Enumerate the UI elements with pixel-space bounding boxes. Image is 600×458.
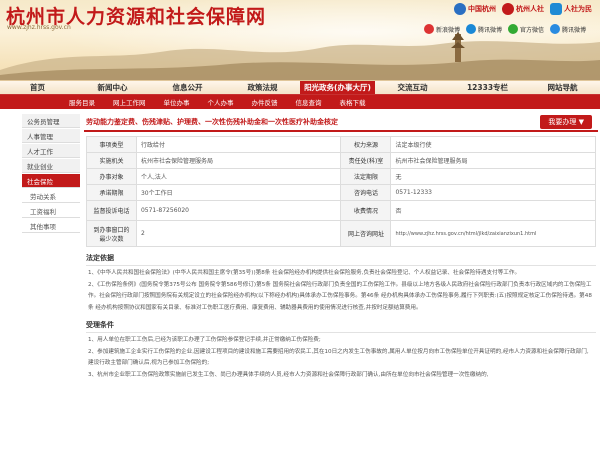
panel-title-bar: 劳动能力鉴定费、伤残津贴、护理费、一次性伤残补助金和一次性医疗补助金核定 我要办…	[84, 114, 598, 132]
sidebar-item-other[interactable]: 其他事项	[22, 219, 80, 233]
sidebar: 公务员管理 人事管理 人才工作 就业创业 社会保险 劳动关系 工资福利 其他事项	[22, 114, 80, 234]
tencent-icon	[549, 24, 560, 34]
condition-item: 2、参加建筑施工企业实行工伤保险的企业,因建设工程项目的建设和施工需要招用的农民…	[88, 348, 589, 367]
table-row: 到办事窗口的最少次数 2 网上咨询网址 http://www.zjhz.hrss…	[86, 220, 596, 247]
sidebar-item-social-insurance[interactable]: 社会保险	[22, 174, 80, 188]
field-label: 到办事窗口的最少次数	[86, 220, 137, 247]
sidebar-item-talent[interactable]: 人才工作	[22, 144, 80, 158]
field-label: 办事对象	[86, 168, 137, 185]
wechat-link[interactable]: 官方微信	[507, 24, 544, 34]
field-label: 监督投诉电话	[86, 200, 137, 221]
logo-mark-icon	[550, 3, 562, 15]
subnav-catalog[interactable]: 服务目录	[60, 95, 104, 109]
subnav-query[interactable]: 信息查询	[287, 95, 331, 109]
nav-item-12333[interactable]: 12333专栏	[450, 81, 525, 94]
nav-item-services[interactable]: 阳光政务(办事大厅)	[300, 81, 375, 94]
landscape-illustration	[0, 32, 600, 80]
field-value: 行政给付	[135, 136, 342, 153]
logo-mark-icon	[454, 3, 466, 15]
sidebar-item-wages[interactable]: 工资福利	[22, 204, 80, 218]
sina-weibo-link[interactable]: 新浪微博	[423, 24, 460, 34]
service-info-table: 事项类型 行政给付 权力来源 法定本级行使 实施机关 杭州市社会保险管理服务局 …	[86, 136, 596, 247]
field-value: 法定本级行使	[390, 136, 596, 153]
nav-item-news[interactable]: 新闻中心	[75, 81, 150, 94]
site-header: 杭州市人力资源和社会保障网 www.zjhz.hrss.gov.cn 中国杭州 …	[0, 0, 600, 80]
weibo-icon	[423, 24, 434, 34]
legal-basis-item: 2、《工伤保险条例》(国务院令第375号公布 国务院令第586号修订)第5条 国…	[88, 281, 592, 311]
sub-nav: 服务目录 网上工作网 单位办事 个人办事 办件反馈 信息查询 表格下载	[0, 95, 600, 109]
condition-item: 1、用人单位在职工工伤后,已经为该职工办理了工伤保险参保登记手续,并正常缴纳工伤…	[88, 337, 321, 343]
field-value: 个人,法人	[135, 168, 342, 185]
social-links: 新浪微博 腾讯微博 官方微信 腾讯微博	[423, 24, 586, 34]
service-logo[interactable]: 人社为民	[550, 3, 592, 15]
field-value: 30个工作日	[135, 184, 342, 201]
apply-button[interactable]: 我要办理 ▼	[540, 115, 592, 129]
field-value: 杭州市社会保险管理服务局	[390, 152, 596, 169]
nav-item-policy[interactable]: 政策法规	[225, 81, 300, 94]
field-label: 权力来源	[340, 136, 392, 153]
content-area: 公务员管理 人事管理 人才工作 就业创业 社会保险 劳动关系 工资福利 其他事项…	[22, 114, 600, 458]
service-title: 劳动能力鉴定费、伤残津贴、护理费、一次性伤残补助金和一次性医疗补助金核定	[86, 118, 338, 126]
field-value: 0571-12333	[390, 184, 596, 201]
hangzhou-logo[interactable]: 中国杭州	[454, 3, 496, 15]
legal-basis-item: 1、《中华人民共和国社会保险法》(中华人民共和国主席令(第35号))第8条 社会…	[88, 270, 521, 276]
field-label: 事项类型	[86, 136, 137, 153]
field-label: 法定期限	[340, 168, 392, 185]
field-value: 无	[390, 168, 596, 185]
subnav-personal[interactable]: 个人办事	[199, 95, 243, 109]
wechat-icon	[507, 24, 518, 34]
acceptance-conditions-heading: 受理条件	[86, 320, 596, 333]
field-value: 否	[390, 200, 596, 221]
condition-item: 3、杭州市企业职工工伤保险政策实施前已发生工伤、尚已办理具体手续的人员,经市人力…	[88, 371, 489, 378]
site-url: www.zjhz.hrss.gov.cn	[7, 24, 71, 31]
table-row: 实施机关 杭州市社会保险管理服务局 责任处(科)室 杭州市社会保险管理服务局	[86, 152, 596, 169]
subnav-feedback[interactable]: 办件反馈	[243, 95, 287, 109]
table-row: 监督投诉电话 0571-87256020 收费情况 否	[86, 200, 596, 221]
nav-item-home[interactable]: 首页	[0, 81, 75, 94]
field-label: 收费情况	[340, 200, 392, 221]
sidebar-item-labor-relations[interactable]: 劳动关系	[22, 189, 80, 203]
consultation-url-link[interactable]: http://www.zjhz.hrss.gov.cn/html/jlkd/za…	[390, 220, 596, 247]
subnav-unit[interactable]: 单位办事	[155, 95, 199, 109]
field-label: 咨询电话	[340, 184, 392, 201]
nav-item-interaction[interactable]: 交流互动	[375, 81, 450, 94]
logo-mark-icon	[502, 3, 514, 15]
legal-basis-heading: 法定依据	[86, 253, 596, 266]
nav-item-info[interactable]: 信息公开	[150, 81, 225, 94]
subnav-forms[interactable]: 表格下载	[331, 95, 375, 109]
nav-item-sitemap[interactable]: 网站导航	[525, 81, 600, 94]
field-label: 实施机关	[86, 152, 137, 169]
service-detail-panel: 劳动能力鉴定费、伤残津贴、护理费、一次性伤残补助金和一次性医疗补助金核定 我要办…	[84, 114, 598, 381]
field-value: 2	[135, 220, 342, 247]
tencent-weibo-link-2[interactable]: 腾讯微博	[549, 24, 586, 34]
field-value: 0571-87256020	[135, 200, 342, 221]
field-label: 责任处(科)室	[340, 152, 392, 169]
main-nav: 首页 新闻中心 信息公开 政策法规 阳光政务(办事大厅) 交流互动 12333专…	[0, 80, 600, 95]
sidebar-item-employment[interactable]: 就业创业	[22, 159, 80, 173]
tencent-weibo-link[interactable]: 腾讯微博	[465, 24, 502, 34]
tencent-icon	[465, 24, 476, 34]
partner-logos: 中国杭州 杭州人社 人社为民	[454, 3, 592, 15]
field-value: 杭州市社会保险管理服务局	[135, 152, 342, 169]
field-label: 承诺期限	[86, 184, 137, 201]
table-row: 事项类型 行政给付 权力来源 法定本级行使	[86, 136, 596, 153]
sidebar-item-civil-servant[interactable]: 公务员管理	[22, 114, 80, 128]
hrss-logo[interactable]: 杭州人社	[502, 3, 544, 15]
table-row: 办事对象 个人,法人 法定期限 无	[86, 168, 596, 185]
table-row: 承诺期限 30个工作日 咨询电话 0571-12333	[86, 184, 596, 201]
field-label: 网上咨询网址	[340, 220, 392, 247]
subnav-online[interactable]: 网上工作网	[104, 95, 155, 109]
sidebar-item-personnel[interactable]: 人事管理	[22, 129, 80, 143]
